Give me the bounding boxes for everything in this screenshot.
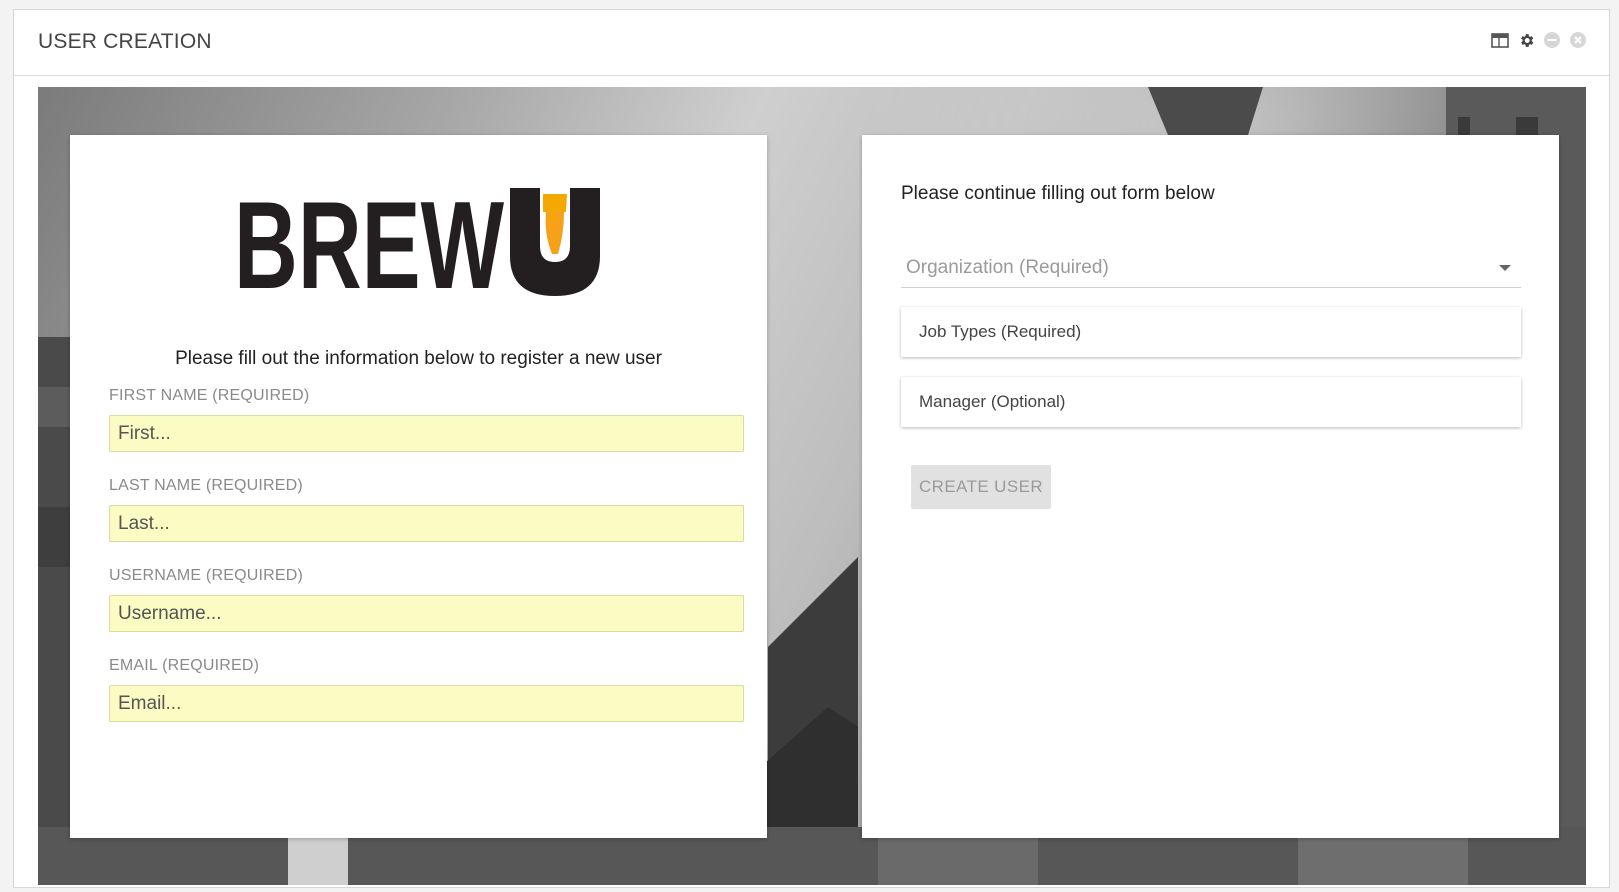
minimize-icon[interactable] — [1543, 31, 1561, 49]
first-name-input[interactable] — [109, 415, 744, 452]
svg-text:BREW: BREW — [234, 184, 504, 296]
organization-select[interactable]: Organization (Required) — [901, 247, 1521, 288]
email-label: EMAIL (REQUIRED) — [109, 657, 260, 674]
window-titlebar: USER CREATION — [14, 10, 1609, 76]
user-creation-window: USER CREATION BREW Please fill out the i… — [13, 9, 1610, 888]
user-info-card: BREW Please fill out the information bel… — [70, 135, 767, 838]
last-name-input[interactable] — [109, 505, 744, 542]
window-title: USER CREATION — [38, 30, 212, 53]
intro-text: Please fill out the information below to… — [175, 348, 662, 369]
last-name-label: LAST NAME (REQUIRED) — [109, 477, 303, 494]
create-user-button[interactable]: CREATE USER — [911, 465, 1051, 509]
window-controls — [1491, 31, 1587, 49]
layout-icon[interactable] — [1491, 31, 1509, 49]
close-icon[interactable] — [1569, 31, 1587, 49]
manager-input[interactable]: Manager (Optional) — [901, 377, 1521, 427]
username-input[interactable] — [109, 595, 744, 632]
job-types-placeholder: Job Types (Required) — [919, 322, 1082, 341]
chevron-down-icon — [1499, 265, 1511, 271]
brewu-logo: BREW — [234, 184, 600, 296]
email-input[interactable] — [109, 685, 744, 722]
continue-heading: Please continue filling out form below — [901, 183, 1215, 204]
organization-placeholder: Organization (Required) — [906, 257, 1109, 278]
org-info-card: Please continue filling out form below O… — [862, 135, 1559, 838]
first-name-label: FIRST NAME (REQUIRED) — [109, 387, 310, 404]
gear-icon[interactable] — [1517, 31, 1535, 49]
background-photo: BREW Please fill out the information bel… — [38, 87, 1586, 885]
job-types-input[interactable]: Job Types (Required) — [901, 307, 1521, 357]
username-label: USERNAME (REQUIRED) — [109, 567, 304, 584]
manager-placeholder: Manager (Optional) — [919, 392, 1066, 411]
